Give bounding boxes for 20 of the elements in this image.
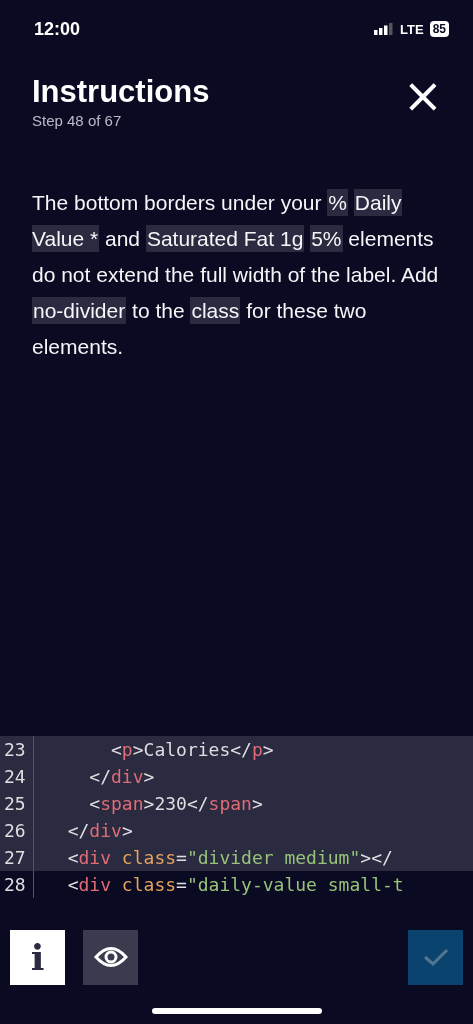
instruction-text: The bottom borders under your % Daily Value * and Saturated Fat 1g 5% elements do not extend the full width of the label. Add no-divider to the class for these two elements. [32,188,440,360]
line-number: 28 [0,871,34,898]
code-line: <span>230</span> [88,793,263,814]
code-line: </div> [66,820,133,841]
code-line: <p>Calories</p> [110,739,274,760]
status-time: 12:00 [34,18,81,40]
battery-level: 85 [429,21,449,37]
step-counter: Step 48 of 67 [32,112,123,129]
code-line: <div class="daily-value small-t [66,874,404,895]
code-line: <div class="divider medium"></ [66,847,393,868]
instructions-title: Instructions [32,74,210,110]
eye-icon [93,946,128,968]
code-editor[interactable]: 23 <p>Calories</p> 24 </div> 25 <span>230</span> 26 </div> 27 <div class="divider medium"></ 28 <div class="daily-value small-t [0,736,473,898]
signal-icon [374,23,395,35]
preview-button[interactable] [83,929,138,985]
close-button[interactable]: × [402,78,443,112]
network-label: LTE [400,21,424,37]
code-line: </div> [88,766,155,787]
info-button[interactable]: i [10,929,65,985]
check-icon [422,947,449,967]
